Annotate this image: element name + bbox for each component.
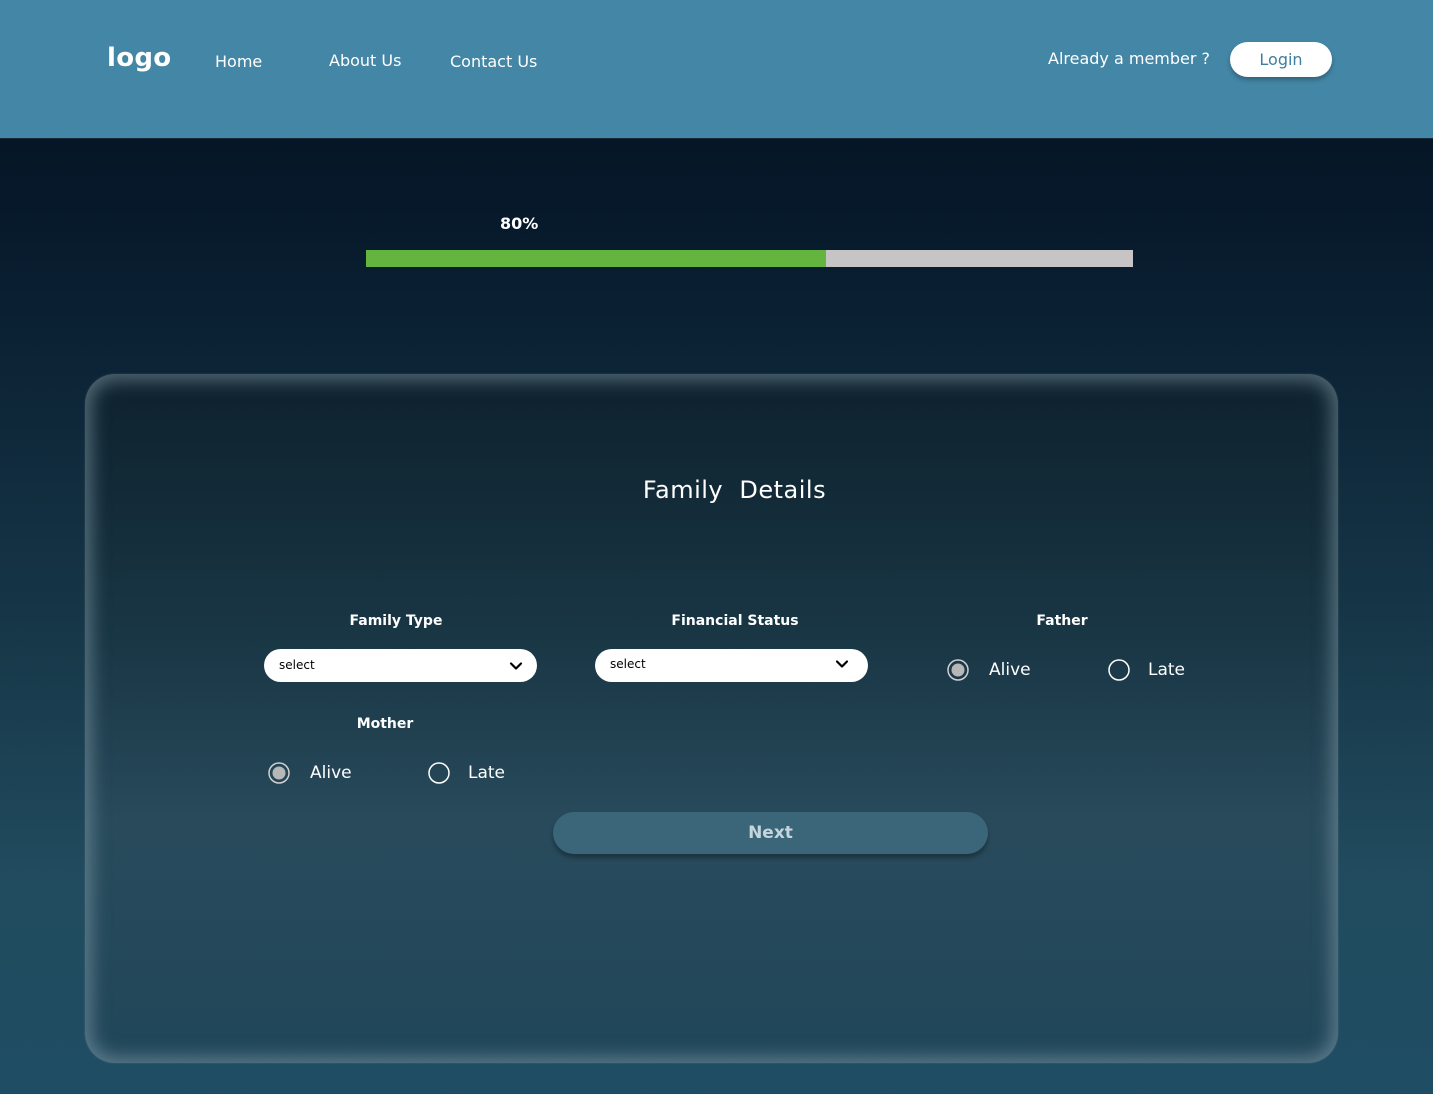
next-button[interactable]: Next [553,812,988,854]
progress-percent: 80% [500,214,539,233]
progress-bar [366,250,1133,267]
progress-bar-fill [366,250,827,267]
chevron-down-icon [835,660,849,668]
father-alive-label[interactable]: Alive [989,660,1031,680]
radio-button-selected[interactable] [268,762,290,784]
nav-home-link[interactable]: Home [215,52,262,71]
logo[interactable]: logo [107,43,171,73]
nav-about-link[interactable]: About Us [329,51,401,70]
radio-button-unselected[interactable] [428,762,450,784]
radio-button-selected[interactable] [947,659,969,681]
financial-status-value: select [610,657,646,671]
login-button[interactable]: Login [1230,42,1332,77]
mother-alive-label[interactable]: Alive [310,763,352,783]
nav-contact-link[interactable]: Contact Us [450,52,537,71]
father-late-label[interactable]: Late [1148,660,1185,680]
mother-label: Mother [356,716,414,732]
mother-late-label[interactable]: Late [468,763,505,783]
mother-radio-group: Alive Late [268,762,528,792]
member-prompt: Already a member ? [1048,49,1211,68]
family-type-label: Family Type [349,613,443,629]
family-type-value: select [279,658,315,672]
radio-button-unselected[interactable] [1108,659,1130,681]
page-edge [1433,0,1440,1094]
form-title: Family Details [642,476,827,504]
chevron-down-icon [509,662,523,670]
family-type-select[interactable]: select [264,649,537,682]
father-label: Father [1036,613,1088,629]
financial-status-select[interactable]: select [595,649,868,682]
top-nav-bar: logo Home About Us Contact Us Already a … [0,0,1433,138]
father-radio-group: Alive Late [947,659,1207,689]
financial-status-label: Financial Status [671,613,799,629]
